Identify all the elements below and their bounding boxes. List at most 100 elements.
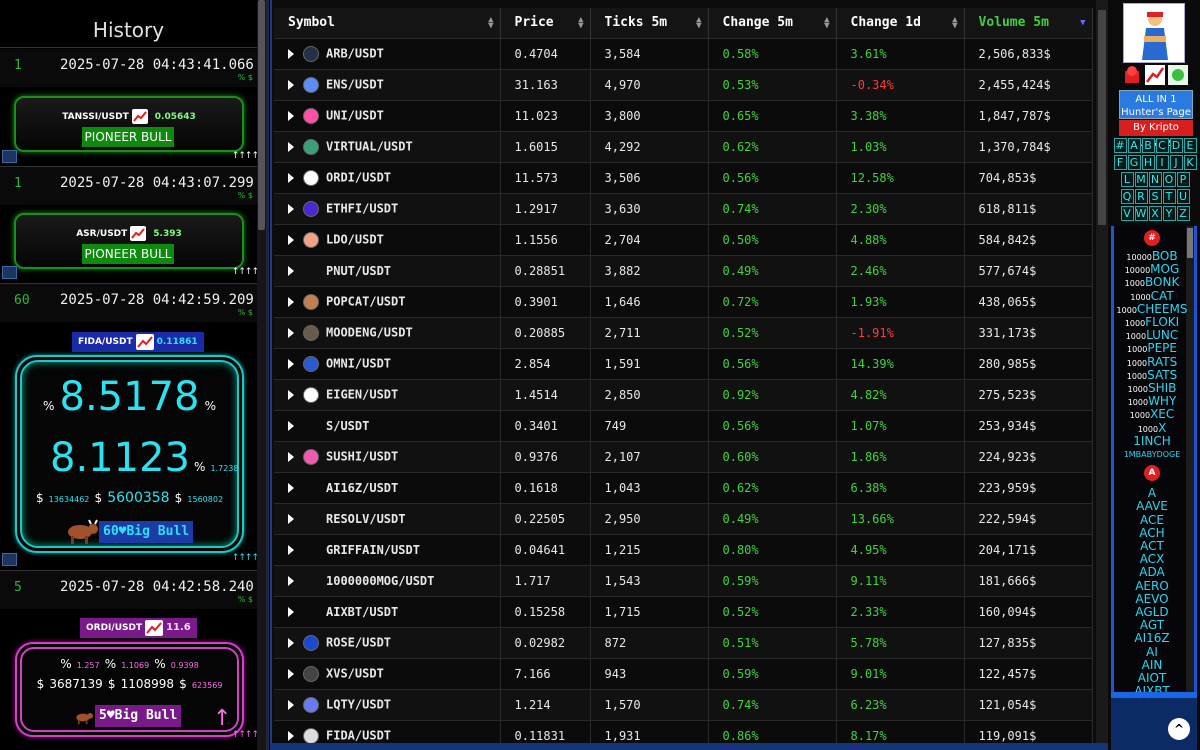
coin-index-link[interactable]: AIOT (1114, 672, 1190, 685)
coin-index-link[interactable]: AI (1114, 645, 1190, 659)
coin-index-link[interactable]: A (1114, 487, 1190, 500)
column-header-volume-5m[interactable]: Volume 5m ▼ (964, 8, 1093, 38)
letter-button[interactable]: M (1134, 172, 1148, 187)
expand-arrow-icon[interactable] (288, 266, 294, 276)
coin-index-link[interactable]: AEVO (1114, 592, 1190, 606)
table-scrollbar[interactable] (1096, 0, 1108, 750)
symbol-cell[interactable]: ENS/USDT (274, 68, 501, 100)
table-row[interactable]: RESOLV/USDT 0.22505 2,950 0.49% 13.66% 222,59… (274, 502, 1093, 534)
table-row[interactable]: ENS/USDT 31.163 4,970 0.53% -0.34% 2,455,424$ (274, 68, 1093, 100)
expand-arrow-icon[interactable] (288, 172, 294, 183)
chart-link-icon[interactable] (2, 553, 17, 566)
letter-button[interactable]: S (1148, 189, 1162, 204)
letter-button[interactable]: J (1169, 155, 1183, 170)
coin-index-link[interactable]: ACX (1114, 553, 1190, 566)
letter-button[interactable]: Q (1120, 189, 1134, 204)
letter-button[interactable]: P (1176, 172, 1190, 187)
letter-button[interactable]: T (1162, 189, 1176, 204)
letter-button[interactable]: I (1155, 155, 1169, 170)
symbol-tag[interactable]: FIDA/USDT 0.11861 (72, 332, 204, 352)
expand-arrow-icon[interactable] (288, 421, 294, 431)
expand-arrow-icon[interactable] (288, 514, 294, 524)
expand-arrow-icon[interactable] (288, 358, 294, 369)
column-header-change-1d[interactable]: Change 1d ▲ ▼ (836, 8, 965, 38)
coin-index-link[interactable]: AAVE (1114, 500, 1190, 513)
table-row[interactable]: OMNI/USDT 2.854 1,591 0.56% 14.39% 280,985$ (274, 347, 1093, 379)
symbol-cell[interactable]: OMNI/USDT (274, 347, 501, 379)
letter-button[interactable]: B (1141, 138, 1155, 153)
letter-button[interactable]: O (1162, 172, 1176, 187)
table-row[interactable]: ROSE/USDT 0.02982 872 0.51% 5.78% 127,835$ (274, 626, 1093, 658)
scroll-to-top-button[interactable]: ^ (1168, 718, 1190, 740)
symbol-cell[interactable]: POPCAT/USDT (274, 285, 501, 317)
scroll-thumb[interactable] (1098, 10, 1106, 225)
table-row[interactable]: VIRTUAL/USDT 1.6015 4,292 0.62% 1.03% 1,370,7… (274, 130, 1093, 162)
table-row[interactable]: MOODENG/USDT 0.20885 2,711 0.52% -1.91% 331,1… (274, 316, 1093, 348)
symbol-cell[interactable]: 1000000MOG/USDT (274, 564, 501, 596)
coin-index-link[interactable]: AGLD (1114, 606, 1190, 619)
scroll-thumb[interactable] (258, 0, 265, 230)
coin-index-link[interactable]: 1INCH (1114, 434, 1190, 449)
symbol-cell[interactable]: ORDI/USDT (274, 161, 501, 193)
table-row[interactable]: SUSHI/USDT 0.9376 2,107 0.60% 1.86% 224,923$ (274, 440, 1093, 472)
letter-button[interactable]: K (1183, 155, 1197, 170)
column-header-symbol[interactable]: Symbol ▲ ▼ (274, 8, 501, 38)
table-row[interactable]: LDO/USDT 1.1556 2,704 0.50% 4.88% 584,842$ (274, 223, 1093, 255)
symbol-cell[interactable]: RESOLV/USDT (274, 502, 501, 534)
symbol-cell[interactable]: UNI/USDT (274, 99, 501, 131)
expand-arrow-icon[interactable] (288, 451, 294, 462)
table-row[interactable]: LQTY/USDT 1.214 1,570 0.74% 6.23% 121,054$ (274, 688, 1093, 720)
symbol-cell[interactable]: VIRTUAL/USDT (274, 130, 501, 162)
symbol-cell[interactable]: LDO/USDT (274, 223, 501, 255)
table-row[interactable]: ARB/USDT 0.4704 3,584 0.58% 3.61% 2,506,833$ (274, 37, 1093, 69)
puzzle-icon[interactable] (1168, 65, 1188, 85)
symbol-cell[interactable]: LQTY/USDT (274, 688, 501, 720)
expand-arrow-icon[interactable] (288, 389, 294, 400)
table-row[interactable]: POPCAT/USDT 0.3901 1,646 0.72% 1.93% 438,065$ (274, 285, 1093, 317)
letter-button[interactable]: # (1113, 138, 1127, 153)
symbol-cell[interactable]: AI16Z/USDT (274, 471, 501, 503)
expand-arrow-icon[interactable] (288, 607, 294, 617)
coin-index-link[interactable]: 1MBABYDOGE (1114, 448, 1190, 461)
column-header-ticks[interactable]: Ticks 5m ▲ ▼ (590, 8, 709, 38)
expand-arrow-icon[interactable] (288, 637, 294, 648)
coin-index-link[interactable]: ACH (1114, 526, 1190, 540)
symbol-cell[interactable]: MOODENG/USDT (274, 316, 501, 348)
symbol-cell[interactable]: S/USDT (274, 409, 501, 441)
symbol-cell[interactable]: XVS/USDT (274, 657, 501, 689)
by-kripto-link[interactable]: By Kripto Analiz (1119, 120, 1193, 149)
table-row[interactable]: EIGEN/USDT 1.4514 2,850 0.92% 4.82% 275,523$ (274, 378, 1093, 410)
coin-index-link[interactable]: AI16Z (1114, 632, 1190, 645)
letter-button[interactable]: N (1148, 172, 1162, 187)
coin-index-link[interactable]: AIN (1114, 658, 1190, 672)
genie-logo[interactable] (1123, 3, 1185, 63)
pioneer-bull-card[interactable]: TANSSI/USDT 0.05643 PIONEER BULL (14, 96, 244, 152)
history-scrollbar[interactable] (257, 0, 266, 750)
coin-index-link[interactable]: AERO (1114, 579, 1190, 593)
coin-index-link[interactable]: ACE (1114, 513, 1190, 527)
coin-index-link[interactable]: 1000XEC (1114, 408, 1190, 422)
table-row[interactable]: XVS/USDT 7.166 943 0.59% 9.01% 122,457$ (274, 657, 1093, 689)
letter-button[interactable]: W (1134, 206, 1148, 221)
letter-button[interactable]: U (1176, 189, 1190, 204)
coin-index-link[interactable]: ACT (1114, 540, 1190, 553)
expand-arrow-icon[interactable] (288, 483, 294, 493)
chart-link-icon[interactable] (2, 266, 17, 279)
alarm-icon[interactable] (1122, 65, 1142, 85)
expand-arrow-icon[interactable] (288, 141, 294, 152)
expand-arrow-icon[interactable] (288, 576, 294, 586)
table-row[interactable]: AI16Z/USDT 0.1618 1,043 0.62% 6.38% 223,959$ (274, 471, 1093, 503)
table-row[interactable]: AIXBT/USDT 0.15258 1,715 0.52% 2.33% 160,094$ (274, 595, 1093, 627)
expand-arrow-icon[interactable] (288, 545, 294, 555)
letter-button[interactable]: R (1134, 189, 1148, 204)
symbol-cell[interactable]: AIXBT/USDT (274, 595, 501, 627)
expand-arrow-icon[interactable] (288, 327, 294, 338)
symbol-cell[interactable]: SUSHI/USDT (274, 440, 501, 472)
symbol-cell[interactable]: ETHFI/USDT (274, 192, 501, 224)
expand-arrow-icon[interactable] (288, 110, 294, 121)
table-row[interactable]: GRIFFAIN/USDT 0.04641 1,215 0.80% 4.95% 204,1… (274, 533, 1093, 565)
table-row[interactable]: 1000000MOG/USDT 1.717 1,543 0.59% 9.11% 181,6… (274, 564, 1093, 596)
letter-button[interactable]: F (1113, 155, 1127, 170)
expand-arrow-icon[interactable] (288, 48, 294, 59)
expand-arrow-icon[interactable] (288, 79, 294, 90)
